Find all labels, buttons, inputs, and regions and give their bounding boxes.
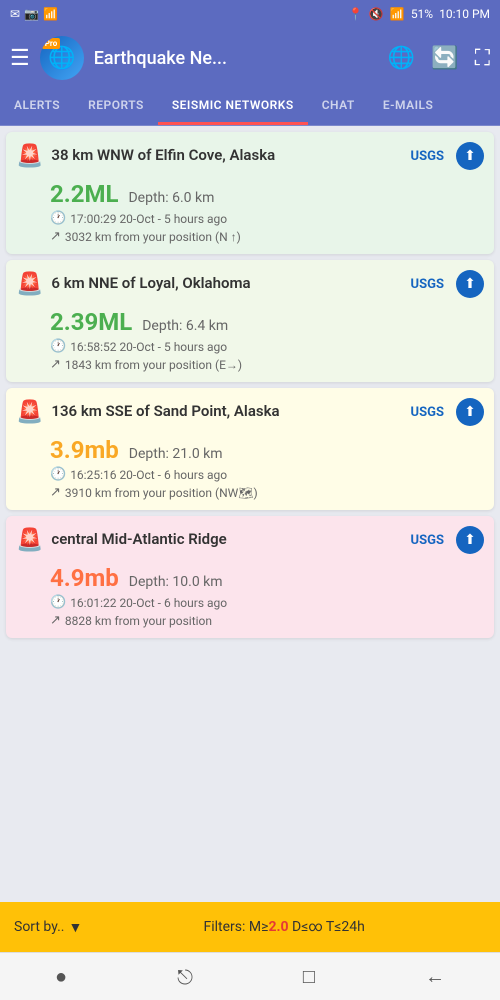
nav-home-icon[interactable]: ●: [55, 964, 67, 989]
battery-level: 51%: [411, 7, 433, 21]
mute-icon: 🔇: [369, 7, 384, 21]
tab-seismic-networks[interactable]: SEISMIC NETWORKS: [158, 88, 308, 125]
navigation-bar: ● ⎋ □ ←: [0, 952, 500, 1000]
eq-depth-2: Depth: 6.4 km: [142, 318, 228, 334]
refresh-icon[interactable]: 🔄: [431, 46, 458, 71]
eq-distance-3: ↗ 3910 km from your position (NW🗺): [50, 485, 484, 500]
eq-magnitude-1: 2.2ML: [50, 180, 119, 208]
earthquake-icon-4: 🚨: [16, 528, 43, 553]
eq-depth-4: Depth: 10.0 km: [129, 574, 223, 590]
filters-prefix: Filters: M≥: [204, 919, 269, 935]
tab-chat[interactable]: CHAT: [308, 88, 369, 125]
eq-share-4[interactable]: ⬆: [456, 526, 484, 554]
header-actions: 🌐 🔄 ⛶: [388, 46, 490, 71]
eq-share-1[interactable]: ⬆: [456, 142, 484, 170]
compass-icon-2: ↗: [50, 357, 61, 372]
tab-emails[interactable]: E-MAILS: [369, 88, 448, 125]
bottom-filter-bar: Sort by.. ▼ Filters: M≥2.0 D≤∞ T≤24h: [0, 902, 500, 952]
pro-badge: Pro: [42, 38, 60, 49]
app-title: Earthquake Ne...: [94, 48, 378, 69]
eq-time-text-2: 16:58:52 20-Oct - 5 hours ago: [70, 340, 227, 354]
earthquake-icon-2: 🚨: [16, 272, 43, 297]
eq-location-1: 38 km WNW of Elfin Cove, Alaska: [51, 146, 402, 166]
eq-distance-text-4: 8828 km from your position: [65, 614, 212, 628]
filters-display: Filters: M≥2.0 D≤∞ T≤24h: [82, 919, 486, 935]
clock-icon-3: 🕐: [50, 467, 66, 482]
tabs-bar: ALERTS REPORTS SEISMIC NETWORKS CHAT E-M…: [0, 88, 500, 126]
clock-icon-2: 🕐: [50, 339, 66, 354]
earthquake-icon-1: 🚨: [16, 144, 43, 169]
earthquake-card-3: 🚨 136 km SSE of Sand Point, Alaska USGS …: [6, 388, 494, 510]
eq-share-3[interactable]: ⬆: [456, 398, 484, 426]
earthquake-icon-3: 🚨: [16, 400, 43, 425]
compass-icon-1: ↗: [50, 229, 61, 244]
eq-distance-text-3: 3910 km from your position (NW🗺): [65, 486, 258, 500]
app-logo: 🌐 Pro: [40, 36, 84, 80]
nav-home-button-icon[interactable]: □: [303, 964, 315, 989]
mail-icon: ✉: [10, 7, 20, 21]
eq-distance-1: ↗ 3032 km from your position (N ↑): [50, 229, 484, 244]
eq-depth-1: Depth: 6.0 km: [128, 190, 214, 206]
eq-magnitude-4: 4.9mb: [50, 564, 119, 592]
eq-distance-text-1: 3032 km from your position (N ↑): [65, 230, 241, 244]
eq-time-3: 🕐 16:25:16 20-Oct - 6 hours ago: [50, 467, 484, 482]
clock-icon-1: 🕐: [50, 211, 66, 226]
signal-icon: 📶: [43, 7, 58, 21]
eq-magnitude-3: 3.9mb: [50, 436, 119, 464]
clock: 10:10 PM: [439, 7, 490, 21]
status-bar: ✉ 📷 📶 📍 🔇 📶 51% 10:10 PM: [0, 0, 500, 28]
eq-location-2: 6 km NNE of Loyal, Oklahoma: [51, 274, 402, 294]
earthquake-card-4: 🚨 central Mid-Atlantic Ridge USGS ⬆ 4.9m…: [6, 516, 494, 638]
eq-distance-text-2: 1843 km from your position (E→): [65, 358, 242, 372]
eq-share-2[interactable]: ⬆: [456, 270, 484, 298]
eq-depth-3: Depth: 21.0 km: [129, 446, 223, 462]
compass-icon-4: ↗: [50, 613, 61, 628]
eq-time-4: 🕐 16:01:22 20-Oct - 6 hours ago: [50, 595, 484, 610]
app-header: ☰ 🌐 Pro Earthquake Ne... 🌐 🔄 ⛶: [0, 28, 500, 88]
nav-recent-icon[interactable]: ⎋: [177, 965, 193, 989]
eq-time-1: 🕐 17:00:29 20-Oct - 5 hours ago: [50, 211, 484, 226]
clock-icon-4: 🕐: [50, 595, 66, 610]
location-icon: 📍: [348, 7, 363, 21]
nav-back-icon[interactable]: ←: [425, 964, 445, 989]
eq-source-3: USGS: [411, 405, 444, 420]
eq-source-4: USGS: [411, 533, 444, 548]
earthquake-list: 🚨 38 km WNW of Elfin Cove, Alaska USGS ⬆…: [0, 126, 500, 898]
filters-magnitude: 2.0: [268, 919, 288, 935]
eq-location-4: central Mid-Atlantic Ridge: [51, 530, 402, 550]
earthquake-card-1: 🚨 38 km WNW of Elfin Cove, Alaska USGS ⬆…: [6, 132, 494, 254]
sort-control[interactable]: Sort by.. ▼: [14, 919, 82, 936]
tab-reports[interactable]: REPORTS: [74, 88, 158, 125]
wifi-icon: 📶: [390, 7, 405, 21]
eq-location-3: 136 km SSE of Sand Point, Alaska: [51, 402, 402, 422]
sort-label[interactable]: Sort by..: [14, 919, 65, 935]
status-left-icons: ✉ 📷 📶: [10, 7, 58, 21]
compass-icon-3: ↗: [50, 485, 61, 500]
menu-icon[interactable]: ☰: [10, 46, 30, 71]
camera-icon: 📷: [24, 7, 39, 21]
sort-chevron-icon[interactable]: ▼: [69, 919, 83, 936]
fullscreen-icon[interactable]: ⛶: [475, 46, 490, 71]
eq-time-2: 🕐 16:58:52 20-Oct - 5 hours ago: [50, 339, 484, 354]
eq-magnitude-2: 2.39ML: [50, 308, 132, 336]
filters-suffix: D≤∞ T≤24h: [289, 919, 365, 935]
eq-time-text-4: 16:01:22 20-Oct - 6 hours ago: [70, 596, 227, 610]
eq-time-text-1: 17:00:29 20-Oct - 5 hours ago: [70, 212, 227, 226]
eq-source-1: USGS: [411, 149, 444, 164]
eq-distance-2: ↗ 1843 km from your position (E→): [50, 357, 484, 372]
eq-distance-4: ↗ 8828 km from your position: [50, 613, 484, 628]
tab-alerts[interactable]: ALERTS: [0, 88, 74, 125]
status-right: 📍 🔇 📶 51% 10:10 PM: [348, 7, 490, 21]
eq-source-2: USGS: [411, 277, 444, 292]
globe-icon[interactable]: 🌐: [388, 46, 415, 71]
earthquake-card-2: 🚨 6 km NNE of Loyal, Oklahoma USGS ⬆ 2.3…: [6, 260, 494, 382]
eq-time-text-3: 16:25:16 20-Oct - 6 hours ago: [70, 468, 227, 482]
